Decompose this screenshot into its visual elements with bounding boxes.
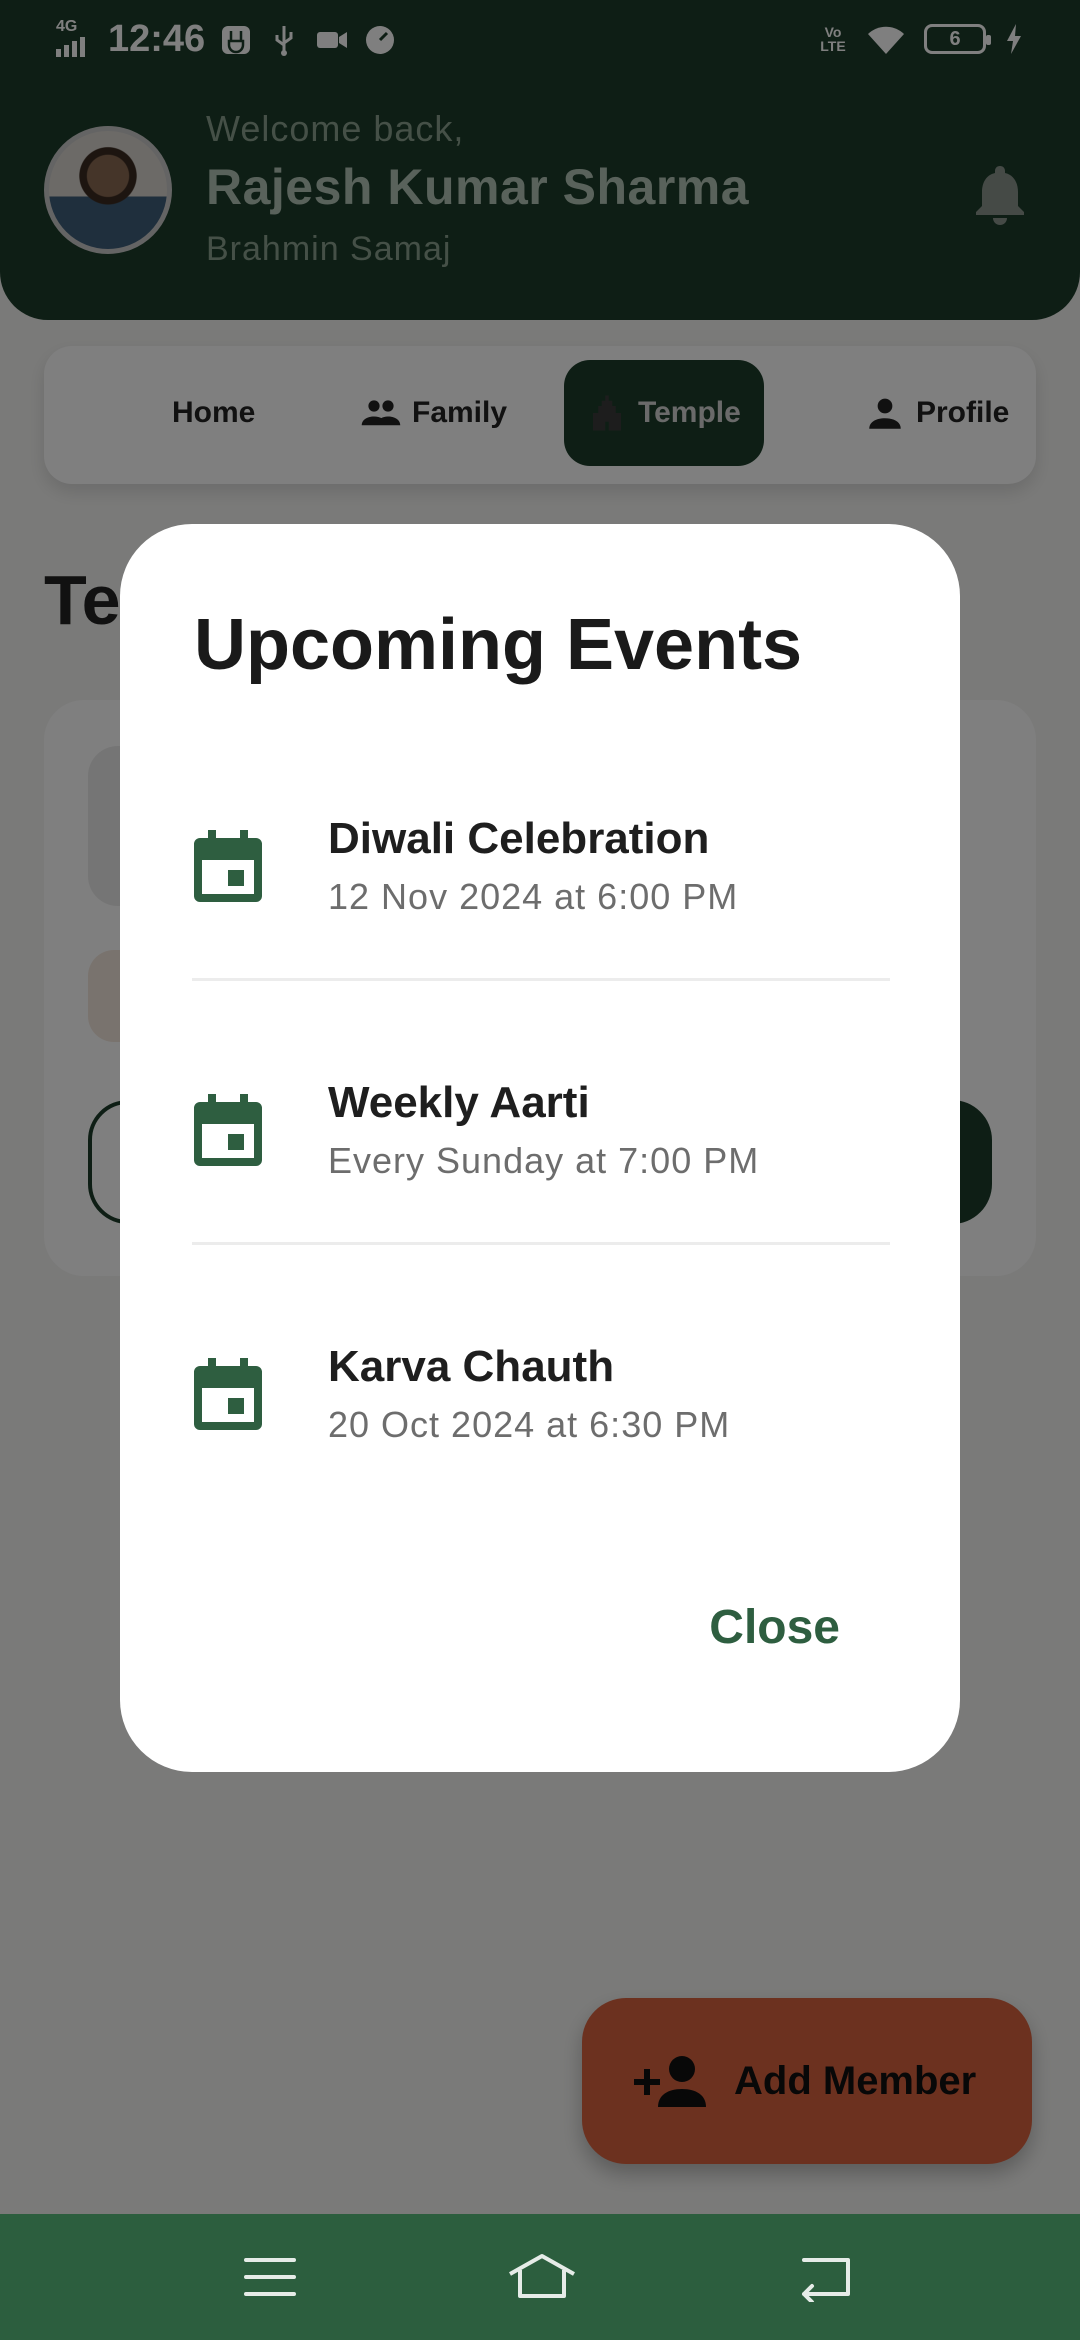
calendar-icon bbox=[194, 830, 262, 902]
event-time: Every Sunday at 7:00 PM bbox=[328, 1140, 760, 1181]
event-name: Diwali Celebration bbox=[328, 814, 710, 863]
event-name: Karva Chauth bbox=[328, 1342, 615, 1391]
event-name: Weekly Aarti bbox=[328, 1078, 590, 1127]
event-time: 20 Oct 2024 at 6:30 PM bbox=[328, 1404, 731, 1445]
event-item[interactable]: Karva Chauth 20 Oct 2024 at 6:30 PM bbox=[194, 1290, 890, 1490]
divider bbox=[192, 978, 890, 981]
divider bbox=[192, 1242, 890, 1245]
calendar-icon bbox=[194, 1358, 262, 1430]
system-nav-bar bbox=[0, 2214, 1080, 2340]
menu-icon[interactable] bbox=[240, 2252, 300, 2302]
event-item[interactable]: Diwali Celebration 12 Nov 2024 at 6:00 P… bbox=[194, 762, 890, 962]
home-icon[interactable] bbox=[506, 2252, 578, 2302]
calendar-icon bbox=[194, 1094, 262, 1166]
back-icon[interactable] bbox=[794, 2252, 854, 2302]
event-item[interactable]: Weekly Aarti Every Sunday at 7:00 PM bbox=[194, 1026, 890, 1226]
upcoming-events-dialog: Upcoming Events Diwali Celebration 12 No… bbox=[120, 524, 960, 1772]
event-time: 12 Nov 2024 at 6:00 PM bbox=[328, 876, 739, 917]
dialog-title: Upcoming Events bbox=[194, 605, 803, 685]
close-button[interactable]: Close bbox=[709, 1600, 840, 1655]
